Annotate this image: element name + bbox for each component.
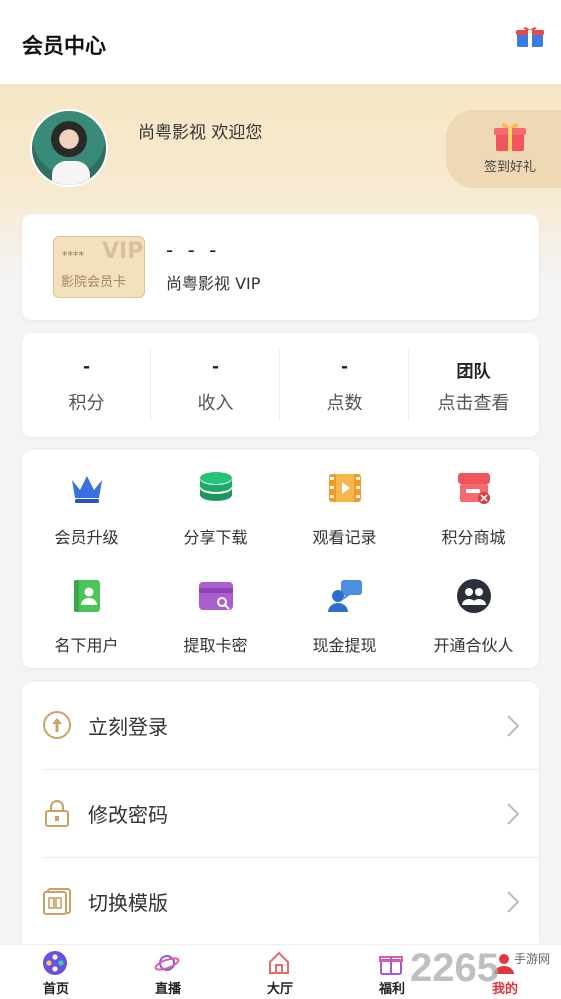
- feature-share-download[interactable]: 分享下载: [151, 452, 280, 552]
- feature-my-users[interactable]: 名下用户: [22, 560, 151, 660]
- film-play-icon: [329, 474, 361, 502]
- menu-change-password[interactable]: 修改密码: [22, 770, 539, 858]
- lock-icon: [45, 800, 69, 827]
- film-reel-icon: [43, 951, 67, 975]
- gift-icon: [494, 123, 526, 151]
- watermark: 2265 手游网: [410, 940, 561, 999]
- page-title: 会员中心: [22, 34, 106, 58]
- avatar[interactable]: [30, 109, 108, 187]
- menu-label: 切换模版: [88, 891, 168, 915]
- card-vip-text: VIP: [102, 239, 144, 264]
- tab-label: 首页: [42, 982, 69, 997]
- template-icon: [43, 888, 71, 915]
- top-bar: 会员中心: [0, 0, 561, 84]
- user-chat-icon: [328, 580, 362, 612]
- contact-book-icon: [74, 580, 100, 612]
- feature-label: 名下用户: [54, 636, 119, 655]
- shop-icon: [458, 473, 490, 504]
- feature-watch-history[interactable]: 观看记录: [280, 452, 409, 552]
- stat-team[interactable]: 团队 点击查看: [409, 333, 538, 437]
- feature-points-mall[interactable]: 积分商城: [409, 452, 538, 552]
- menu-login[interactable]: 立刻登录: [22, 682, 539, 770]
- feature-label: 积分商城: [441, 528, 506, 547]
- card-stars: ****: [62, 249, 84, 262]
- tab-label: 大厅: [266, 982, 293, 997]
- tab-label: 直播: [154, 982, 181, 997]
- welcome-text: 尚粤影视 欢迎您: [138, 123, 263, 143]
- tab-hall[interactable]: 大厅: [224, 945, 336, 999]
- coin-stack-icon: [200, 472, 232, 501]
- chevron-right-icon: [507, 803, 520, 825]
- planet-icon: [154, 955, 180, 971]
- home-icon: [269, 951, 289, 974]
- stat-credits[interactable]: - 点数: [280, 333, 409, 437]
- stat-value: -: [82, 357, 91, 377]
- feature-label: 分享下载: [183, 528, 248, 547]
- chevron-right-icon: [507, 715, 520, 737]
- vip-subtitle: 尚粤影视 VIP: [166, 274, 261, 293]
- member-card-graphic: **** VIP 影院会员卡: [53, 236, 145, 298]
- stat-label: 积分: [68, 393, 105, 414]
- tab-live[interactable]: 直播: [112, 945, 224, 999]
- gift-icon: [379, 956, 403, 975]
- stat-label: 点击查看: [437, 393, 510, 414]
- stat-value: 团队: [456, 362, 491, 382]
- menu-switch-template[interactable]: 切换模版: [22, 858, 539, 946]
- crown-icon: [72, 476, 102, 503]
- partners-icon: [457, 579, 491, 613]
- feature-extract-card[interactable]: 提取卡密: [151, 560, 280, 660]
- feature-label: 观看记录: [312, 528, 377, 547]
- feature-partner[interactable]: 开通合伙人: [409, 560, 538, 660]
- feature-grid: 会员升级 分享下载 观看记录 积分商城 名下用户 提取卡密 现金提现 开通合伙人: [22, 450, 539, 668]
- stat-label: 点数: [326, 393, 363, 414]
- signin-gift-button[interactable]: 签到好礼: [446, 110, 561, 188]
- feature-label: 现金提现: [312, 636, 377, 655]
- stats-panel: - 积分 - 收入 - 点数 团队 点击查看: [22, 333, 539, 437]
- settings-menu: 立刻登录 修改密码 切换模版: [22, 682, 539, 944]
- vip-status: - - -: [166, 238, 221, 262]
- feature-label: 提取卡密: [183, 636, 248, 655]
- menu-label: 立刻登录: [88, 715, 168, 739]
- stat-label: 收入: [197, 393, 234, 414]
- tab-home[interactable]: 首页: [0, 945, 112, 999]
- menu-label: 修改密码: [88, 803, 168, 827]
- stat-value: -: [340, 357, 349, 377]
- login-icon: [43, 711, 71, 739]
- feature-label: 会员升级: [54, 528, 119, 547]
- signin-label: 签到好礼: [484, 160, 537, 175]
- stat-value: -: [211, 357, 220, 377]
- feature-cash-withdraw[interactable]: 现金提现: [280, 560, 409, 660]
- watermark-text: 手游网: [514, 952, 551, 966]
- vip-card[interactable]: **** VIP 影院会员卡 - - - 尚粤影视 VIP: [22, 214, 539, 320]
- gift-box-icon[interactable]: [516, 26, 544, 48]
- feature-label: 开通合伙人: [433, 636, 514, 655]
- stat-points[interactable]: - 积分: [22, 333, 151, 437]
- feature-vip-upgrade[interactable]: 会员升级: [22, 452, 151, 552]
- card-key-icon: [199, 582, 233, 610]
- card-name: 影院会员卡: [61, 275, 127, 290]
- watermark-number: 2265: [410, 946, 499, 990]
- chevron-right-icon: [507, 891, 520, 913]
- stat-income[interactable]: - 收入: [151, 333, 280, 437]
